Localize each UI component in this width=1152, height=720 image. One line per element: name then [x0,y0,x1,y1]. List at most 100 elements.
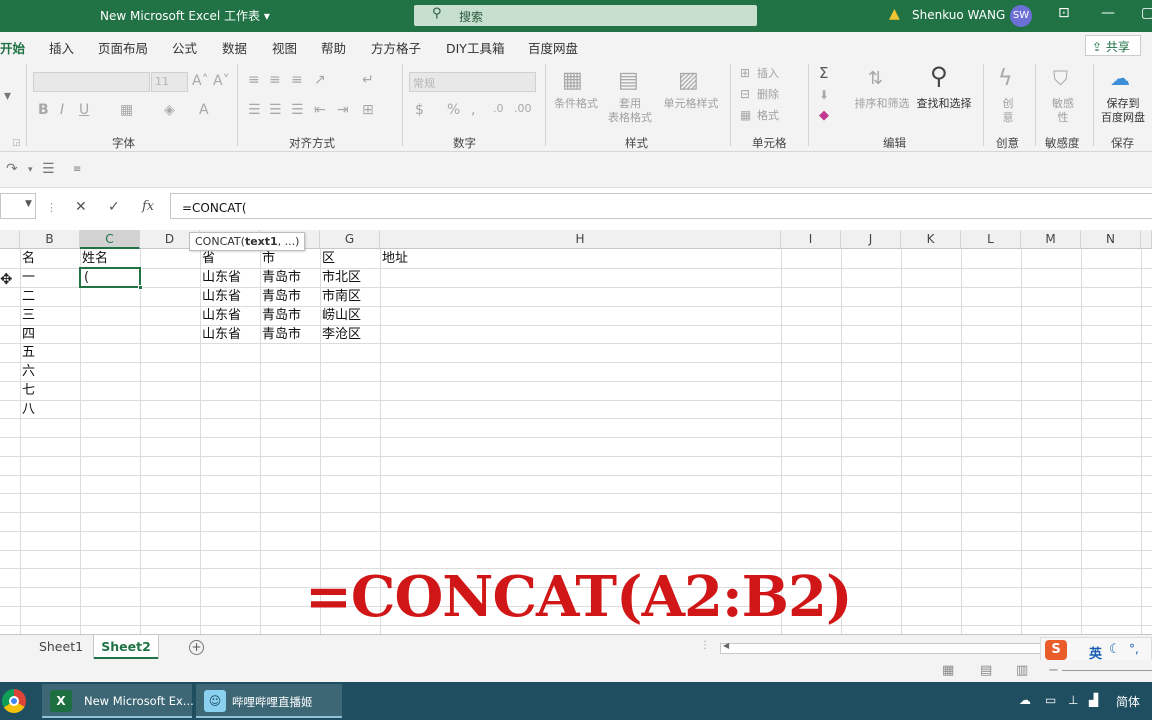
cell-e2[interactable]: 山东省 [202,268,241,287]
enter-icon[interactable]: ✓ [108,199,120,215]
zoom-out-icon[interactable]: − [1048,663,1059,678]
cell-b1[interactable]: 名 [22,249,35,268]
active-cell-c2[interactable]: ( [79,267,143,290]
align-center-icon[interactable]: ☰ [269,102,282,118]
cell-styles-label[interactable]: 单元格样式 [662,97,720,111]
fill-color-icon[interactable]: ◈ [164,102,175,118]
italic-icon[interactable]: I [60,102,64,118]
maximize-icon[interactable]: ▢ [1141,5,1152,21]
tab-data[interactable]: 数据 [222,38,247,57]
cell-styles-icon[interactable]: ▨ [678,68,699,93]
cell-b8[interactable]: 七 [22,381,35,400]
window-title[interactable]: New Microsoft Excel 工作表 ▾ [100,7,270,24]
clipboard-expand-icon[interactable]: ▾ [4,88,11,104]
moon-icon[interactable]: ☾ [1109,642,1121,657]
percent-icon[interactable]: % [447,102,460,118]
cell-e3[interactable]: 山东省 [202,287,241,306]
minimize-icon[interactable]: — [1101,5,1115,21]
warning-icon[interactable]: ▲ [889,6,900,22]
tab-baidu[interactable]: 百度网盘 [528,38,578,57]
creative-icon[interactable]: ϟ [998,66,1013,91]
cell-b4[interactable]: 三 [22,306,35,325]
fill-icon[interactable]: ⬇ [819,88,829,102]
increase-decimal-icon[interactable]: .0 [493,102,504,115]
cell-e1[interactable]: 省 [202,249,215,268]
cell-g5[interactable]: 李沧区 [322,325,361,344]
normal-view-icon[interactable]: ▦ [942,663,954,678]
customize-qat-icon[interactable]: ≡ [73,164,81,175]
col-header-b[interactable]: B [20,230,80,249]
col-header-k[interactable]: K [901,230,961,249]
cell-c1[interactable]: 姓名 [82,249,108,268]
format-cells-icon[interactable]: ▦ [740,108,751,122]
col-header-j[interactable]: J [841,230,901,249]
cell-g3[interactable]: 市南区 [322,287,361,306]
increase-font-icon[interactable]: A˄ [192,73,209,89]
find-select-icon[interactable]: ⚲ [930,62,948,90]
decrease-decimal-icon[interactable]: .00 [514,102,532,115]
conditional-format-label[interactable]: 条件格式 [550,97,602,111]
cell-g1[interactable]: 区 [322,249,335,268]
redo-icon[interactable]: ↷ [6,161,18,177]
battery-icon[interactable]: ▭ [1045,693,1056,707]
font-color-icon[interactable]: A [199,102,209,118]
sheet-tab-sheet1[interactable]: Sheet1 [30,635,92,659]
autosum-icon[interactable]: Σ [819,64,828,82]
tab-help[interactable]: 帮助 [321,38,346,57]
clear-icon[interactable]: ◆ [819,108,829,123]
decrease-font-icon[interactable]: A˅ [213,73,230,89]
font-size-box[interactable]: 11 [151,72,188,92]
col-header-n[interactable]: N [1081,230,1141,249]
name-box[interactable]: ▼ [0,193,36,219]
border-icon[interactable]: ▦ [120,102,133,118]
cancel-icon[interactable]: ✕ [75,199,87,215]
signal-icon[interactable]: ▟ [1089,693,1098,707]
align-middle-icon[interactable]: ≡ [269,72,281,88]
bold-icon[interactable]: B [38,102,49,118]
underline-icon[interactable]: U [79,102,89,118]
format-as-table-icon[interactable]: ▤ [618,68,639,93]
col-header-o[interactable] [1141,230,1152,249]
add-sheet-icon[interactable]: + [189,640,204,655]
sort-filter-label[interactable]: 排序和筛选 [853,97,911,111]
punctuation-icon[interactable]: °, [1129,642,1139,656]
tab-diy-tools[interactable]: DIY工具箱 [446,38,504,57]
cell-b3[interactable]: 二 [22,287,35,306]
cell-b6[interactable]: 五 [22,343,35,362]
usb-icon[interactable]: ⊥ [1068,693,1078,707]
tab-fangfang[interactable]: 方方格子 [371,38,421,57]
col-header-g[interactable]: G [320,230,380,249]
share-button[interactable]: ⇪ 共享 [1085,35,1141,56]
task-excel[interactable]: X New Microsoft Ex... [42,684,194,718]
delete-cells-label[interactable]: 删除 [757,88,779,102]
search-box[interactable]: ⚲ 搜索 [414,5,757,26]
tray-language[interactable]: 简体 [1116,693,1140,710]
align-bottom-icon[interactable]: ≡ [291,72,303,88]
cell-b5[interactable]: 四 [22,325,35,344]
fill-handle[interactable] [138,285,143,290]
col-header-i[interactable]: I [781,230,841,249]
creative-button-label[interactable]: 创 意 [996,97,1020,125]
insert-function-icon[interactable]: fx [142,199,154,214]
align-right-icon[interactable]: ☰ [291,102,304,118]
cell-e5[interactable]: 山东省 [202,325,241,344]
col-header-m[interactable]: M [1021,230,1081,249]
network-app-icon[interactable]: ☁ [1019,693,1031,707]
page-break-icon[interactable]: ▥ [1016,663,1028,678]
tab-formulas[interactable]: 公式 [172,38,197,57]
baidu-cloud-icon[interactable]: ☁ [1110,66,1130,90]
format-as-table-label[interactable]: 套用 表格格式 [600,97,660,125]
tab-insert[interactable]: 插入 [49,38,74,57]
page-layout-icon[interactable]: ▤ [980,663,992,678]
more-options-icon[interactable]: ⋮ [700,640,710,651]
insert-cells-icon[interactable]: ⊞ [740,66,750,80]
cell-f1[interactable]: 市 [262,249,275,268]
cell-f5[interactable]: 青岛市 [262,325,301,344]
cell-e4[interactable]: 山东省 [202,306,241,325]
cell-f4[interactable]: 青岛市 [262,306,301,325]
formula-input[interactable]: =CONCAT( [170,193,1152,219]
sort-filter-icon[interactable]: ⇅ [868,68,883,89]
col-header-l[interactable]: L [961,230,1021,249]
save-to-baidu-label[interactable]: 保存到 百度网盘 [1096,97,1150,125]
chrome-icon[interactable] [2,689,26,713]
